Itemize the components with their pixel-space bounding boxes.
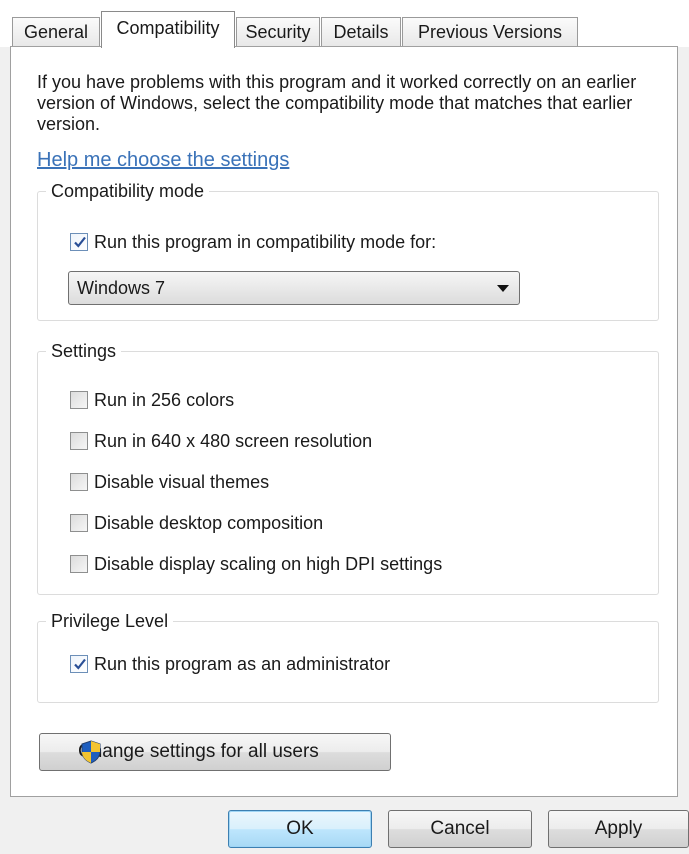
tab-security[interactable]: Security xyxy=(236,17,320,46)
settings-title: Settings xyxy=(46,339,122,363)
change-settings-all-users-label: Change settings for all users xyxy=(78,741,319,762)
properties-dialog: General Compatibility Security Details P… xyxy=(0,0,689,854)
disable-dpi-scaling-checkbox[interactable] xyxy=(70,555,88,573)
run-as-admin-checkbox[interactable] xyxy=(70,655,88,673)
setting-row-desktop-composition[interactable]: Disable desktop composition xyxy=(70,511,323,535)
compat-mode-row[interactable]: Run this program in compatibility mode f… xyxy=(70,230,436,254)
tab-details[interactable]: Details xyxy=(321,17,401,46)
privilege-level-title: Privilege Level xyxy=(46,609,174,633)
help-choose-settings-link[interactable]: Help me choose the settings xyxy=(37,149,289,172)
setting-row-dpi-scaling[interactable]: Disable display scaling on high DPI sett… xyxy=(70,552,442,576)
tab-previous-versions[interactable]: Previous Versions xyxy=(402,17,578,46)
run-640x480-checkbox[interactable] xyxy=(70,432,88,450)
intro-text: If you have problems with this program a… xyxy=(37,72,637,134)
disable-desktop-composition-checkbox[interactable] xyxy=(70,514,88,532)
ok-button[interactable]: OK xyxy=(228,810,372,848)
tab-compatibility[interactable]: Compatibility xyxy=(101,11,235,48)
uac-shield-icon xyxy=(81,740,101,764)
run-640x480-label: Run in 640 x 480 screen resolution xyxy=(94,430,373,451)
run-as-admin-label: Run this program as an administrator xyxy=(94,653,391,674)
disable-dpi-scaling-label: Disable display scaling on high DPI sett… xyxy=(94,553,443,574)
checkmark-icon xyxy=(74,236,86,248)
setting-row-640x480[interactable]: Run in 640 x 480 screen resolution xyxy=(70,429,372,453)
run-as-admin-row[interactable]: Run this program as an administrator xyxy=(70,652,390,676)
change-settings-all-users-button[interactable]: Change settings for all users xyxy=(39,733,391,771)
compat-mode-checkbox[interactable] xyxy=(70,233,88,251)
disable-visual-themes-checkbox[interactable] xyxy=(70,473,88,491)
privilege-level-group: Privilege Level Run this program as an a… xyxy=(37,609,659,703)
compatibility-tab-page: If you have problems with this program a… xyxy=(10,46,678,797)
setting-row-visual-themes[interactable]: Disable visual themes xyxy=(70,470,269,494)
run-256-colors-label: Run in 256 colors xyxy=(94,389,235,410)
chevron-down-icon xyxy=(497,285,509,292)
checkmark-icon xyxy=(74,658,86,670)
cancel-button[interactable]: Cancel xyxy=(388,810,532,848)
run-256-colors-checkbox[interactable] xyxy=(70,391,88,409)
apply-button[interactable]: Apply xyxy=(548,810,689,848)
tab-strip: General Compatibility Security Details P… xyxy=(0,0,689,48)
compat-mode-label: Run this program in compatibility mode f… xyxy=(94,231,437,252)
os-version-select[interactable]: Windows 7 xyxy=(68,271,520,305)
setting-row-256-colors[interactable]: Run in 256 colors xyxy=(70,388,234,412)
disable-desktop-composition-label: Disable desktop composition xyxy=(94,512,324,533)
disable-visual-themes-label: Disable visual themes xyxy=(94,471,270,492)
dialog-footer: OK Cancel Apply xyxy=(0,798,689,854)
compatibility-mode-title: Compatibility mode xyxy=(46,179,210,203)
compatibility-mode-group: Compatibility mode Run this program in c… xyxy=(37,179,659,321)
os-version-value: Windows 7 xyxy=(77,278,166,298)
tab-general[interactable]: General xyxy=(12,17,100,46)
settings-group: Settings Run in 256 colors Run in 640 x … xyxy=(37,339,659,595)
